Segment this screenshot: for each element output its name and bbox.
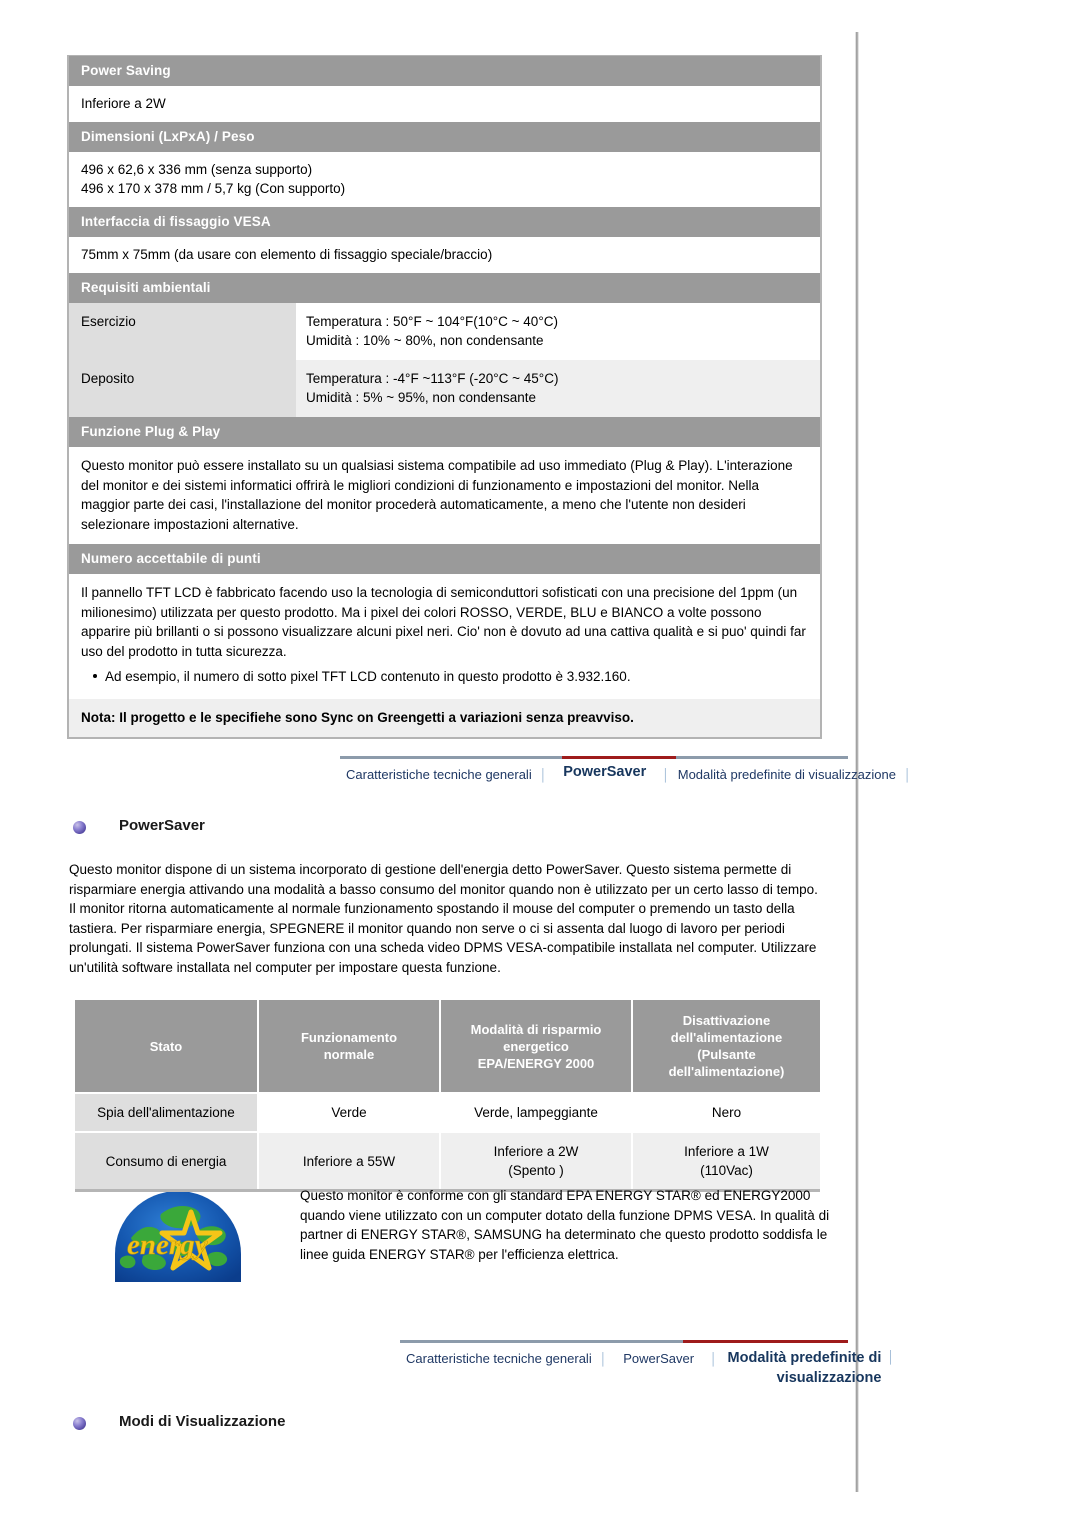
esercizio-humidity: Umidità : 10% ~ 80%, non condensante	[306, 333, 544, 348]
nav-bottom-rule-segment-active	[683, 1340, 848, 1343]
column-header-stato: Stato	[75, 1000, 259, 1093]
cell-power-indicator-normale: Verde	[258, 1092, 441, 1132]
powersaver-heading-label: PowerSaver	[119, 817, 205, 834]
section-header-acceptable-dots: Numero accettabile di punti	[69, 544, 820, 574]
powersaver-table: Stato Funzionamento normale Modalità di r…	[75, 1000, 820, 1192]
section-header-vesa: Interfaccia di fissaggio VESA	[69, 207, 820, 237]
energy-logo-word: energy	[127, 1229, 208, 1261]
nav-bottom-tab-preset-modes-line2: visualizzazione	[776, 1370, 882, 1386]
bullet-dot-icon	[93, 673, 97, 678]
column-header-risparmio-label: Modalità di risparmio energetico EPA/ENERG…	[470, 1021, 602, 1071]
section-nav-bottom: Caratteristiche tecniche generali │ Powe…	[400, 1340, 895, 1388]
nav-bottom-separator-2: │	[710, 1352, 718, 1366]
acceptable-dots-bullet-item: Ad esempio, il numero di sotto pixel TFT…	[69, 665, 820, 699]
section-body-acceptable-dots: Il pannello TFT LCD è fabbricato facendo…	[69, 574, 820, 665]
nav-tab-powersaver[interactable]: PowerSaver	[549, 763, 660, 781]
nav-bottom-tab-preset-modes-line1: Modalità predefinite di	[727, 1350, 882, 1366]
deposito-temperature: Temperatura : -4°F ~113°F (-20°C ~ 45°C)	[306, 371, 559, 386]
powersaver-table-header-row: Stato Funzionamento normale Modalità di r…	[75, 1000, 820, 1093]
dimensions-line-2: 496 x 170 x 378 mm / 5,7 kg (Con support…	[81, 181, 346, 196]
section-header-plug-play: Funzione Plug & Play	[69, 417, 820, 447]
nav-rule-segment-inactive-right	[676, 756, 848, 759]
row-label-power-consumption: Consumo di energia	[75, 1131, 259, 1191]
section-nav-top: Caratteristiche tecniche generali │ Powe…	[340, 756, 911, 784]
table-row-esercizio: Esercizio Temperatura : 50°F ~ 104°F(10°…	[69, 303, 820, 360]
section-body-dimensions: 496 x 62,6 x 336 mm (senza supporto) 496…	[69, 152, 820, 207]
cell-power-consumption-normale: Inferiore a 55W	[258, 1131, 441, 1191]
row-value-esercizio: Temperatura : 50°F ~ 104°F(10°C ~ 40°C) …	[296, 303, 820, 360]
nav-bottom-tab-general-specs[interactable]: Caratteristiche tecniche generali	[400, 1347, 598, 1367]
bullet-orb-icon	[73, 821, 86, 834]
section-header-power-saving: Power Saving	[69, 56, 820, 86]
nav-tab-preset-modes[interactable]: Modalità predefinite di visualizzazione	[672, 763, 902, 783]
esercizio-temperature: Temperatura : 50°F ~ 104°F(10°C ~ 40°C)	[306, 314, 558, 329]
column-header-normale-label: Funzionamento normale	[300, 1030, 398, 1062]
nav-bottom-separator-1: │	[599, 1352, 608, 1366]
column-header-normale: Funzionamento normale	[258, 1000, 441, 1093]
specifications-table: Power Saving Inferiore a 2W Dimensioni (…	[67, 55, 822, 739]
nav-separator-3: │	[903, 768, 912, 782]
nav-separator-1: │	[539, 768, 548, 782]
section-header-environment: Requisiti ambientali	[69, 273, 820, 303]
energy-star-logo: energy	[113, 1191, 243, 1284]
nav-top-rule	[340, 756, 848, 759]
row-label-esercizio: Esercizio	[69, 303, 296, 360]
nav-bottom-items: Caratteristiche tecniche generali │ Powe…	[400, 1343, 895, 1388]
section-header-dimensions: Dimensioni (LxPxA) / Peso	[69, 122, 820, 152]
page-title-display-modes: Modi di Visualizzazione	[73, 1412, 285, 1432]
table-row-deposito: Deposito Temperatura : -4°F ~113°F (-20°…	[69, 360, 820, 417]
specifications-note: Nota: Il progetto e le specifiehe sono S…	[69, 698, 820, 737]
row-label-power-indicator: Spia dell'alimentazione	[75, 1092, 259, 1132]
section-body-vesa: 75mm x 75mm (da usare con elemento di fi…	[69, 237, 820, 273]
nav-tab-general-specs[interactable]: Caratteristiche tecniche generali	[340, 763, 538, 783]
nav-bottom-tab-powersaver[interactable]: PowerSaver	[609, 1347, 708, 1367]
nav-top-items: Caratteristiche tecniche generali │ Powe…	[340, 759, 911, 784]
manual-content: Power Saving Inferiore a 2W Dimensioni (…	[0, 0, 911, 1528]
nav-rule-segment-active	[562, 756, 676, 759]
dimensions-line-1: 496 x 62,6 x 336 mm (senza supporto)	[81, 162, 313, 177]
cell-power-indicator-risparmio: Verde, lampeggiante	[440, 1092, 633, 1132]
display-modes-heading-label: Modi di Visualizzazione	[119, 1413, 286, 1430]
column-header-disattivazione: Disattivazione dell'alimentazione (Pulsant…	[632, 1000, 820, 1093]
cell-power-indicator-disattivazione: Nero	[632, 1092, 820, 1132]
nav-bottom-rule	[400, 1340, 848, 1343]
nav-separator-2: │	[662, 768, 670, 782]
nav-bottom-separator-3: │	[887, 1350, 895, 1364]
table-row: Consumo di energia Inferiore a 55W Infer…	[75, 1131, 820, 1191]
nav-bottom-tab-preset-modes[interactable]: Modalità predefinite di visualizzazione	[720, 1347, 886, 1388]
table-row: Spia dell'alimentazione Verde Verde, lam…	[75, 1092, 820, 1132]
bullet-orb-icon	[73, 1417, 86, 1430]
column-header-risparmio: Modalità di risparmio energetico EPA/ENERG…	[440, 1000, 633, 1093]
column-header-stato-label: Stato	[149, 1038, 183, 1054]
row-label-deposito: Deposito	[69, 360, 296, 417]
cell-power-consumption-disattivazione: Inferiore a 1W (110Vac)	[632, 1131, 820, 1191]
row-value-deposito: Temperatura : -4°F ~113°F (-20°C ~ 45°C)…	[296, 360, 820, 417]
section-body-power-saving: Inferiore a 2W	[69, 86, 820, 122]
section-body-plug-play: Questo monitor può essere installato su …	[69, 447, 820, 544]
nav-rule-segment-inactive-left	[340, 756, 562, 759]
nav-bottom-rule-segment-inactive	[400, 1340, 683, 1343]
deposito-humidity: Umidità : 5% ~ 95%, non condensante	[306, 390, 537, 405]
column-header-disattivazione-label: Disattivazione dell'alimentazione (Pulsant…	[668, 1013, 785, 1079]
energy-star-description: Questo monitor è conforme con gli standa…	[300, 1188, 830, 1262]
powersaver-description: Questo monitor dispone di un sistema inc…	[69, 862, 818, 975]
cell-power-consumption-risparmio: Inferiore a 2W (Spento )	[440, 1131, 633, 1191]
page-vertical-divider	[855, 32, 859, 1492]
page-title-powersaver: PowerSaver	[73, 816, 205, 836]
acceptable-dots-bullet-text: Ad esempio, il numero di sotto pixel TFT…	[105, 669, 631, 684]
